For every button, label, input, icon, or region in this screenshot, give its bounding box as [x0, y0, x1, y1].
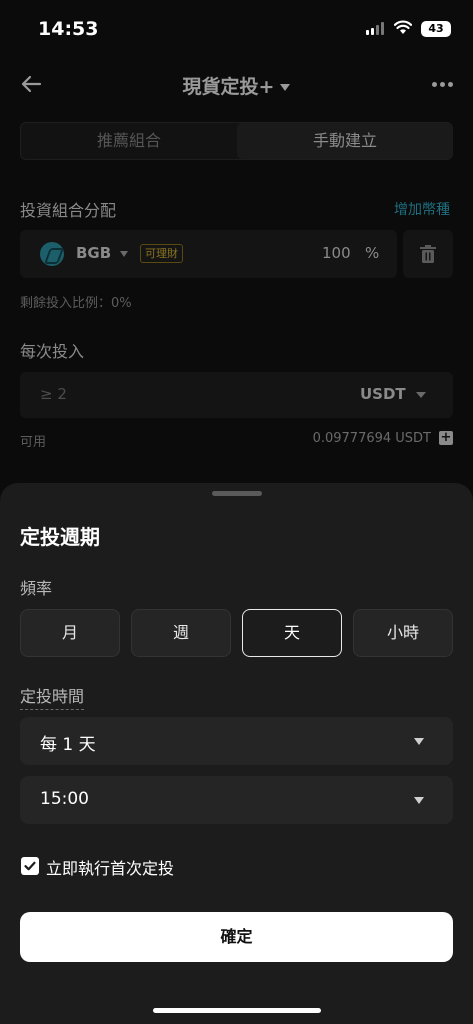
mode-tabs: 推薦組合 手動建立 [20, 122, 453, 160]
page-title[interactable]: 現貨定投+ [0, 72, 473, 99]
execute-now-label[interactable]: 立即執行首次定投 [46, 855, 174, 879]
available-balance: 0.09777694 USDT [312, 431, 431, 446]
battery-icon: 43 [421, 21, 451, 37]
frequency-day-button[interactable]: 天 [242, 609, 342, 657]
chevron-down-icon [416, 392, 426, 398]
currency-select[interactable]: USDT [360, 385, 406, 403]
frequency-month-button[interactable]: 月 [20, 609, 120, 657]
drag-handle[interactable] [212, 491, 262, 496]
remaining-ratio: 剩餘投入比例：0% [20, 296, 132, 311]
sheet-title: 定投週期 [20, 525, 100, 549]
investment-cycle-sheet: 定投週期 頻率 月 週 天 小時 定投時間 每 1 天 15:00 立即執行首次… [0, 483, 473, 1024]
bgb-coin-icon [40, 242, 64, 266]
frequency-hour-button[interactable]: 小時 [353, 609, 453, 657]
amount-input[interactable]: ≥ 2 USDT [20, 372, 453, 418]
add-coin-link[interactable]: 增加幣種 [394, 199, 450, 219]
interval-select[interactable]: 每 1 天 [20, 717, 453, 765]
interval-value: 每 1 天 [40, 735, 96, 755]
status-time: 14:53 [38, 18, 99, 40]
percent-sign: % [365, 244, 380, 262]
chevron-down-icon [120, 251, 128, 257]
frequency-label: 頻率 [20, 579, 53, 598]
status-bar: 14:53 43 [0, 0, 473, 60]
home-indicator [153, 1008, 321, 1013]
investment-time-label: 定投時間 [20, 683, 85, 710]
tab-recommended[interactable]: 推薦組合 [21, 123, 237, 159]
page-title-text: 現貨定投+ [182, 76, 275, 98]
delete-coin-button[interactable] [403, 230, 453, 278]
coin-allocation-row[interactable]: BGB 可理財 100 % [20, 230, 397, 278]
confirm-button[interactable]: 確定 [20, 912, 453, 962]
per-investment-label: 每次投入 [20, 342, 85, 361]
amount-placeholder: ≥ 2 [40, 385, 67, 403]
wifi-icon [394, 20, 412, 34]
tab-manual[interactable]: 手動建立 [237, 123, 453, 159]
earn-badge: 可理財 [140, 244, 183, 263]
portfolio-label: 投資組合分配 [20, 201, 117, 220]
time-value: 15:00 [40, 789, 89, 809]
coin-name: BGB [76, 244, 112, 262]
time-select[interactable]: 15:00 [20, 776, 453, 824]
trash-icon [420, 245, 436, 263]
frequency-week-button[interactable]: 週 [131, 609, 231, 657]
checkmark-icon [24, 861, 36, 871]
allocation-percent-input[interactable]: 100 [322, 244, 351, 262]
available-label: 可用 [20, 435, 47, 450]
chevron-down-icon [280, 84, 291, 91]
add-funds-icon[interactable]: + [439, 431, 453, 445]
chevron-down-icon [414, 797, 424, 804]
more-options-icon[interactable] [432, 82, 454, 88]
screen: 14:53 43 現貨定投+ 推薦組合 手動建立 投資組合分配 增加幣種 BGB… [0, 0, 473, 1024]
execute-now-checkbox[interactable] [21, 857, 39, 875]
chevron-down-icon [414, 738, 424, 745]
background-page: 現貨定投+ 推薦組合 手動建立 投資組合分配 增加幣種 BGB 可理財 100 … [0, 60, 473, 490]
cellular-signal-icon [366, 22, 386, 35]
